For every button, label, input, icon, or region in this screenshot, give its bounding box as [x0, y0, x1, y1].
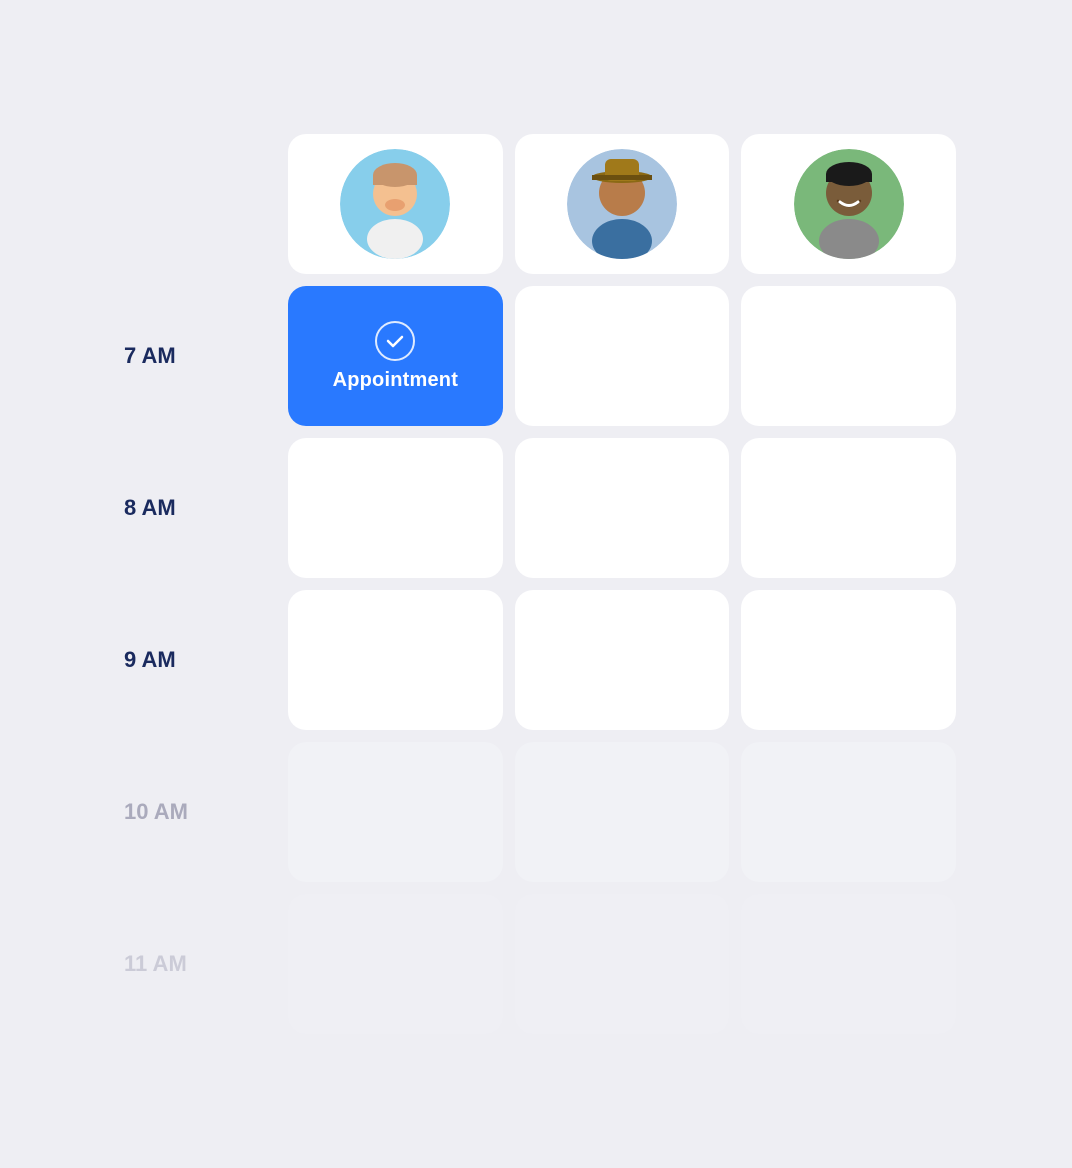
slot-8am-col4[interactable]	[741, 438, 956, 578]
avatar-cell-3	[741, 134, 956, 274]
avatar-1	[340, 149, 450, 259]
slot-9am-col2[interactable]	[288, 590, 503, 730]
slot-11am-col4[interactable]	[741, 894, 956, 1034]
time-label-10am: 10 AM	[116, 742, 276, 882]
slot-9am-col3[interactable]	[515, 590, 730, 730]
time-label-8am: 8 AM	[116, 438, 276, 578]
slot-10am-col4[interactable]	[741, 742, 956, 882]
slot-7am-col3[interactable]	[515, 286, 730, 426]
avatar-cell-1	[288, 134, 503, 274]
calendar-container: 7 AM Appointment 8 AM 9 AM	[76, 94, 996, 1074]
slot-10am-col2[interactable]	[288, 742, 503, 882]
time-label-9am: 9 AM	[116, 590, 276, 730]
time-label-7am: 7 AM	[116, 286, 276, 426]
appointment-label: Appointment	[333, 369, 459, 392]
avatar-cell-2	[515, 134, 730, 274]
slot-11am-col3[interactable]	[515, 894, 730, 1034]
slot-8am-col2[interactable]	[288, 438, 503, 578]
slot-8am-col3[interactable]	[515, 438, 730, 578]
slot-7am-col4[interactable]	[741, 286, 956, 426]
time-label-11am: 11 AM	[116, 894, 276, 1034]
appointment-cell[interactable]: Appointment	[288, 286, 503, 426]
avatar-2	[567, 149, 677, 259]
slot-9am-col4[interactable]	[741, 590, 956, 730]
avatar-3	[794, 149, 904, 259]
check-circle-icon	[375, 321, 415, 361]
calendar-grid: 7 AM Appointment 8 AM 9 AM	[116, 134, 956, 1034]
header-empty-cell	[116, 134, 276, 274]
slot-10am-col3[interactable]	[515, 742, 730, 882]
slot-11am-col2[interactable]	[288, 894, 503, 1034]
